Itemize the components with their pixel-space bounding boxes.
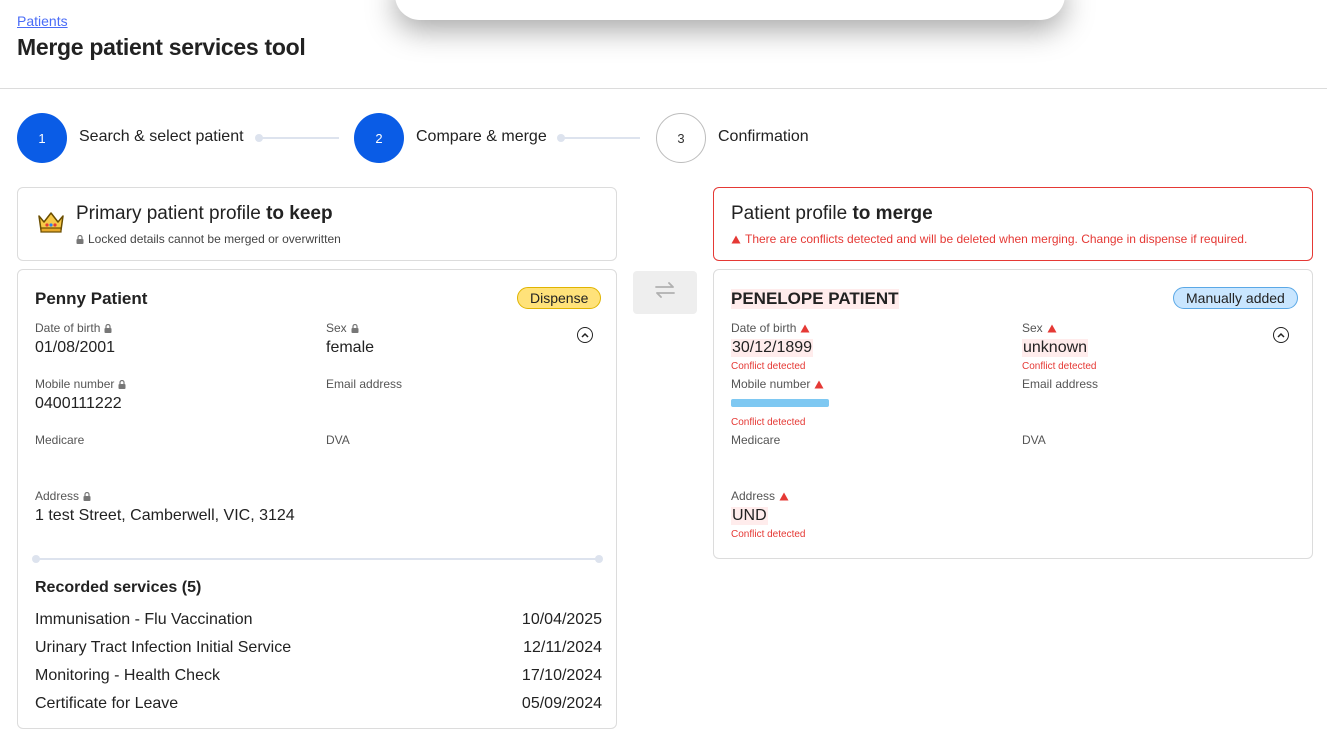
breadcrumb-patients-link[interactable]: Patients xyxy=(17,13,68,29)
warning-icon xyxy=(779,492,789,501)
chevron-up-icon xyxy=(581,332,589,338)
step-3-label: Confirmation xyxy=(718,128,809,145)
sex-value: female xyxy=(326,339,375,356)
merge-title-strong: to merge xyxy=(852,203,933,224)
lock-icon xyxy=(351,323,359,333)
section-divider xyxy=(38,558,600,560)
address-label-text: Address xyxy=(35,489,80,503)
address-label: Address xyxy=(35,489,91,503)
primary-profile-subtitle: Locked details cannot be merged or overw… xyxy=(76,232,341,246)
primary-title-strong: to keep xyxy=(266,203,333,224)
service-date: 17/10/2024 xyxy=(521,667,602,684)
service-name: Monitoring - Health Check xyxy=(35,667,220,684)
sex-label: Sex xyxy=(326,321,359,335)
manually-added-badge: Manually added xyxy=(1173,287,1298,309)
sex-value: unknown xyxy=(1022,339,1089,357)
step-1-label: Search & select patient xyxy=(79,128,244,145)
step-2-label: Compare & merge xyxy=(416,128,547,145)
step-3-circle: 3 xyxy=(656,113,706,163)
merge-title-prefix: Patient profile xyxy=(731,203,853,224)
sex-label-text: Sex xyxy=(326,321,347,335)
step-1-circle: 1 xyxy=(17,113,67,163)
service-name: Certificate for Leave xyxy=(35,695,179,712)
service-row: Certificate for Leave 05/09/2024 xyxy=(35,695,602,717)
primary-title-prefix: Primary patient profile xyxy=(76,203,267,224)
merge-profile-title: Patient profile to merge xyxy=(731,203,933,225)
merge-patient-name: PENELOPE PATIENT xyxy=(731,289,899,309)
address-label: Address xyxy=(731,489,789,503)
merge-profile-header: Patient profile to merge There are confl… xyxy=(713,187,1313,261)
lock-icon xyxy=(118,379,126,389)
swap-arrows-icon xyxy=(654,282,676,303)
divider-dot xyxy=(595,555,603,563)
dob-label: Date of birth xyxy=(35,321,112,335)
dispense-badge: Dispense xyxy=(517,287,602,309)
overlay-shadow xyxy=(395,0,1065,20)
dva-label: DVA xyxy=(326,433,350,447)
warning-icon xyxy=(814,380,824,389)
lock-icon xyxy=(104,323,112,333)
warning-icon xyxy=(731,235,741,244)
dob-label: Date of birth xyxy=(731,321,810,335)
mobile-label-text: Mobile number xyxy=(731,377,811,391)
collapse-toggle[interactable] xyxy=(577,327,593,343)
recorded-services-title: Recorded services (5) xyxy=(35,579,202,596)
service-date: 10/04/2025 xyxy=(521,611,602,628)
sex-label-text: Sex xyxy=(1022,321,1043,335)
step-connector-line xyxy=(261,137,339,139)
dob-label-text: Date of birth xyxy=(731,321,797,335)
service-row: Immunisation - Flu Vaccination 10/04/202… xyxy=(35,611,602,633)
address-value: 1 test Street, Camberwell, VIC, 3124 xyxy=(35,507,295,524)
email-label: Email address xyxy=(326,377,403,391)
warning-icon xyxy=(1047,324,1057,333)
email-label: Email address xyxy=(1022,377,1099,391)
lock-icon xyxy=(83,491,91,501)
primary-profile-title: Primary patient profile to keep xyxy=(76,203,333,225)
conflict-note: Conflict detected xyxy=(731,361,806,372)
medicare-label: Medicare xyxy=(35,433,85,447)
page-title: Merge patient services tool xyxy=(17,34,306,60)
step-connector-line xyxy=(563,137,640,139)
primary-subtitle-text: Locked details cannot be merged or overw… xyxy=(88,232,341,246)
merge-subtitle-text: There are conflicts detected and will be… xyxy=(745,232,1248,246)
address-value: UND xyxy=(731,507,768,525)
mobile-label: Mobile number xyxy=(35,377,126,391)
primary-patient-name: Penny Patient xyxy=(35,289,148,308)
chevron-up-icon xyxy=(1277,332,1285,338)
redacted-mobile-value xyxy=(731,399,829,407)
lock-icon xyxy=(76,234,84,244)
service-name: Immunisation - Flu Vaccination xyxy=(35,611,253,628)
service-row: Urinary Tract Infection Initial Service … xyxy=(35,639,602,661)
conflict-note: Conflict detected xyxy=(731,417,806,428)
crown-icon xyxy=(37,210,65,239)
dva-label: DVA xyxy=(1022,433,1046,447)
address-label-text: Address xyxy=(731,489,776,503)
collapse-toggle[interactable] xyxy=(1273,327,1289,343)
dob-label-text: Date of birth xyxy=(35,321,101,335)
medicare-label: Medicare xyxy=(731,433,781,447)
primary-patient-card: Penny Patient Dispense Date of birth 01/… xyxy=(17,269,617,729)
service-date: 12/11/2024 xyxy=(523,639,602,656)
mobile-value: 0400111222 xyxy=(35,395,122,412)
dob-value: 30/12/1899 xyxy=(731,339,814,357)
service-name: Urinary Tract Infection Initial Service xyxy=(35,639,292,656)
merge-patient-card: PENELOPE PATIENT Manually added Date of … xyxy=(713,269,1313,559)
page-header: Patients Merge patient services tool xyxy=(0,0,1327,89)
sex-label: Sex xyxy=(1022,321,1057,335)
swap-profiles-button[interactable] xyxy=(633,271,697,314)
mobile-label-text: Mobile number xyxy=(35,377,115,391)
merge-profile-subtitle: There are conflicts detected and will be… xyxy=(731,232,1247,246)
mobile-label: Mobile number xyxy=(731,377,824,391)
stepper: 1 Search & select patient 2 Compare & me… xyxy=(17,113,917,163)
step-2-circle: 2 xyxy=(354,113,404,163)
service-row: Monitoring - Health Check 17/10/2024 xyxy=(35,667,602,689)
primary-profile-header: Primary patient profile to keep Locked d… xyxy=(17,187,617,261)
service-date: 05/09/2024 xyxy=(521,695,602,712)
warning-icon xyxy=(800,324,810,333)
dob-value: 01/08/2001 xyxy=(35,339,116,356)
conflict-note: Conflict detected xyxy=(1022,361,1097,372)
conflict-note: Conflict detected xyxy=(731,529,806,540)
